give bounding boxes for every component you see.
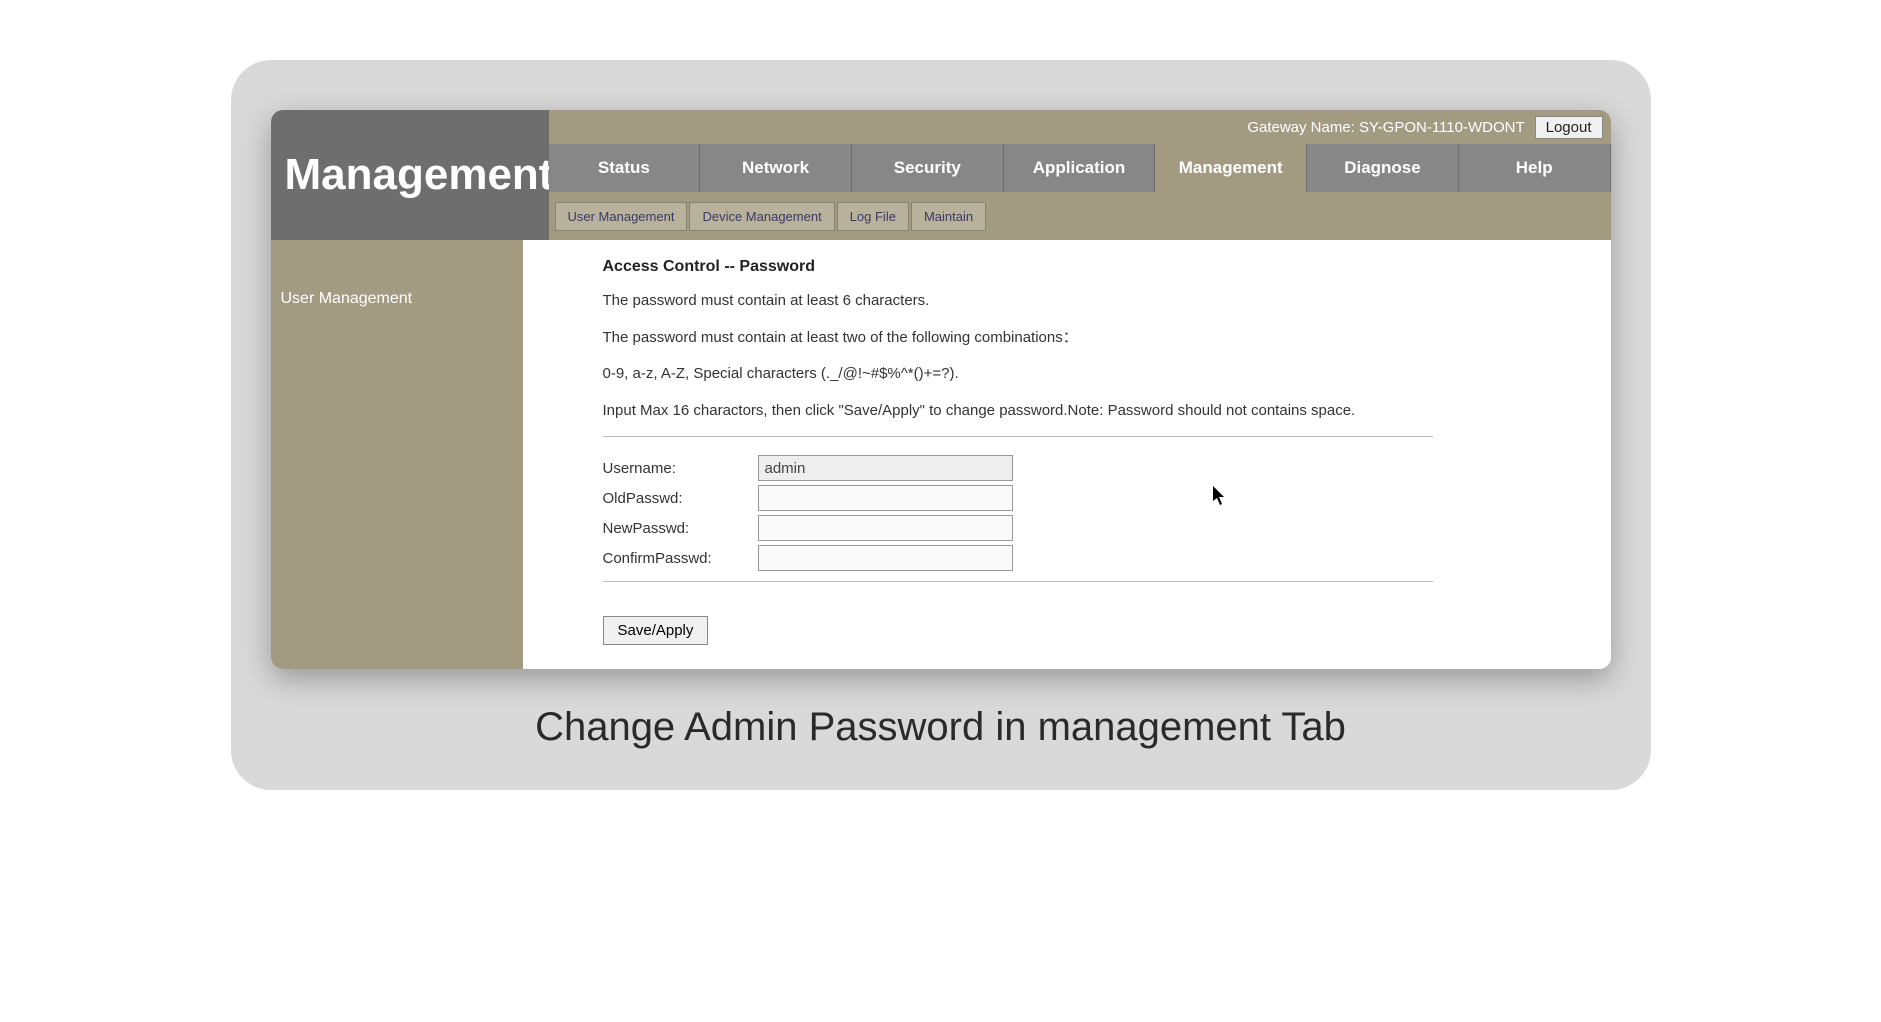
tab-application[interactable]: Application [1004,144,1156,192]
subtab-device-management[interactable]: Device Management [689,202,834,231]
figure-caption: Change Admin Password in management Tab [271,705,1611,750]
top-strip: Gateway Name: SY-GPON-1110-WDONT Logout [549,110,1611,144]
header-right: Gateway Name: SY-GPON-1110-WDONT Logout … [549,110,1611,240]
save-apply-button[interactable]: Save/Apply [603,616,709,645]
tab-help[interactable]: Help [1459,144,1611,192]
divider-2 [603,581,1433,582]
label-username: Username: [603,460,758,477]
sidebar-item-user-management[interactable]: User Management [281,290,523,308]
body-row: User Management Access Control -- Passwo… [271,240,1611,669]
password-rule-1: The password must contain at least 6 cha… [603,290,1571,313]
label-newpasswd: NewPasswd: [603,520,758,537]
label-oldpasswd: OldPasswd: [603,490,758,507]
tab-security[interactable]: Security [852,144,1004,192]
logout-button[interactable]: Logout [1535,116,1603,139]
sub-tabs: User Management Device Management Log Fi… [549,192,1611,240]
password-rule-2: The password must contain at least two o… [603,327,1571,350]
old-password-field[interactable] [758,485,1013,511]
page-title: Access Control -- Password [603,258,1571,276]
subtab-maintain[interactable]: Maintain [911,202,986,231]
form-row-confirmpasswd: ConfirmPasswd: [603,545,1571,571]
form-row-username: Username: [603,455,1571,481]
sidebar: User Management [271,240,523,669]
tab-network[interactable]: Network [700,144,852,192]
content-area: Access Control -- Password The password … [523,240,1611,669]
subtab-user-management[interactable]: User Management [555,202,688,231]
username-field[interactable] [758,455,1013,481]
form-row-oldpasswd: OldPasswd: [603,485,1571,511]
subtab-log-file[interactable]: Log File [837,202,909,231]
router-admin-window: Management Gateway Name: SY-GPON-1110-WD… [271,110,1611,669]
header-row: Management Gateway Name: SY-GPON-1110-WD… [271,110,1611,240]
divider [603,436,1433,437]
label-confirmpasswd: ConfirmPasswd: [603,550,758,567]
password-rule-4: Input Max 16 charactors, then click "Sav… [603,400,1571,423]
tab-diagnose[interactable]: Diagnose [1307,144,1459,192]
confirm-password-field[interactable] [758,545,1013,571]
tab-management[interactable]: Management [1155,144,1307,192]
new-password-field[interactable] [758,515,1013,541]
main-tabs: Status Network Security Application Mana… [549,144,1611,192]
tab-status[interactable]: Status [549,144,701,192]
brand-title: Management [271,110,549,240]
form-row-newpasswd: NewPasswd: [603,515,1571,541]
password-rule-3: 0-9, a-z, A-Z, Special characters (._/@!… [603,363,1571,386]
outer-card: Management Gateway Name: SY-GPON-1110-WD… [231,60,1651,790]
gateway-name-label: Gateway Name: SY-GPON-1110-WDONT [1247,119,1524,136]
